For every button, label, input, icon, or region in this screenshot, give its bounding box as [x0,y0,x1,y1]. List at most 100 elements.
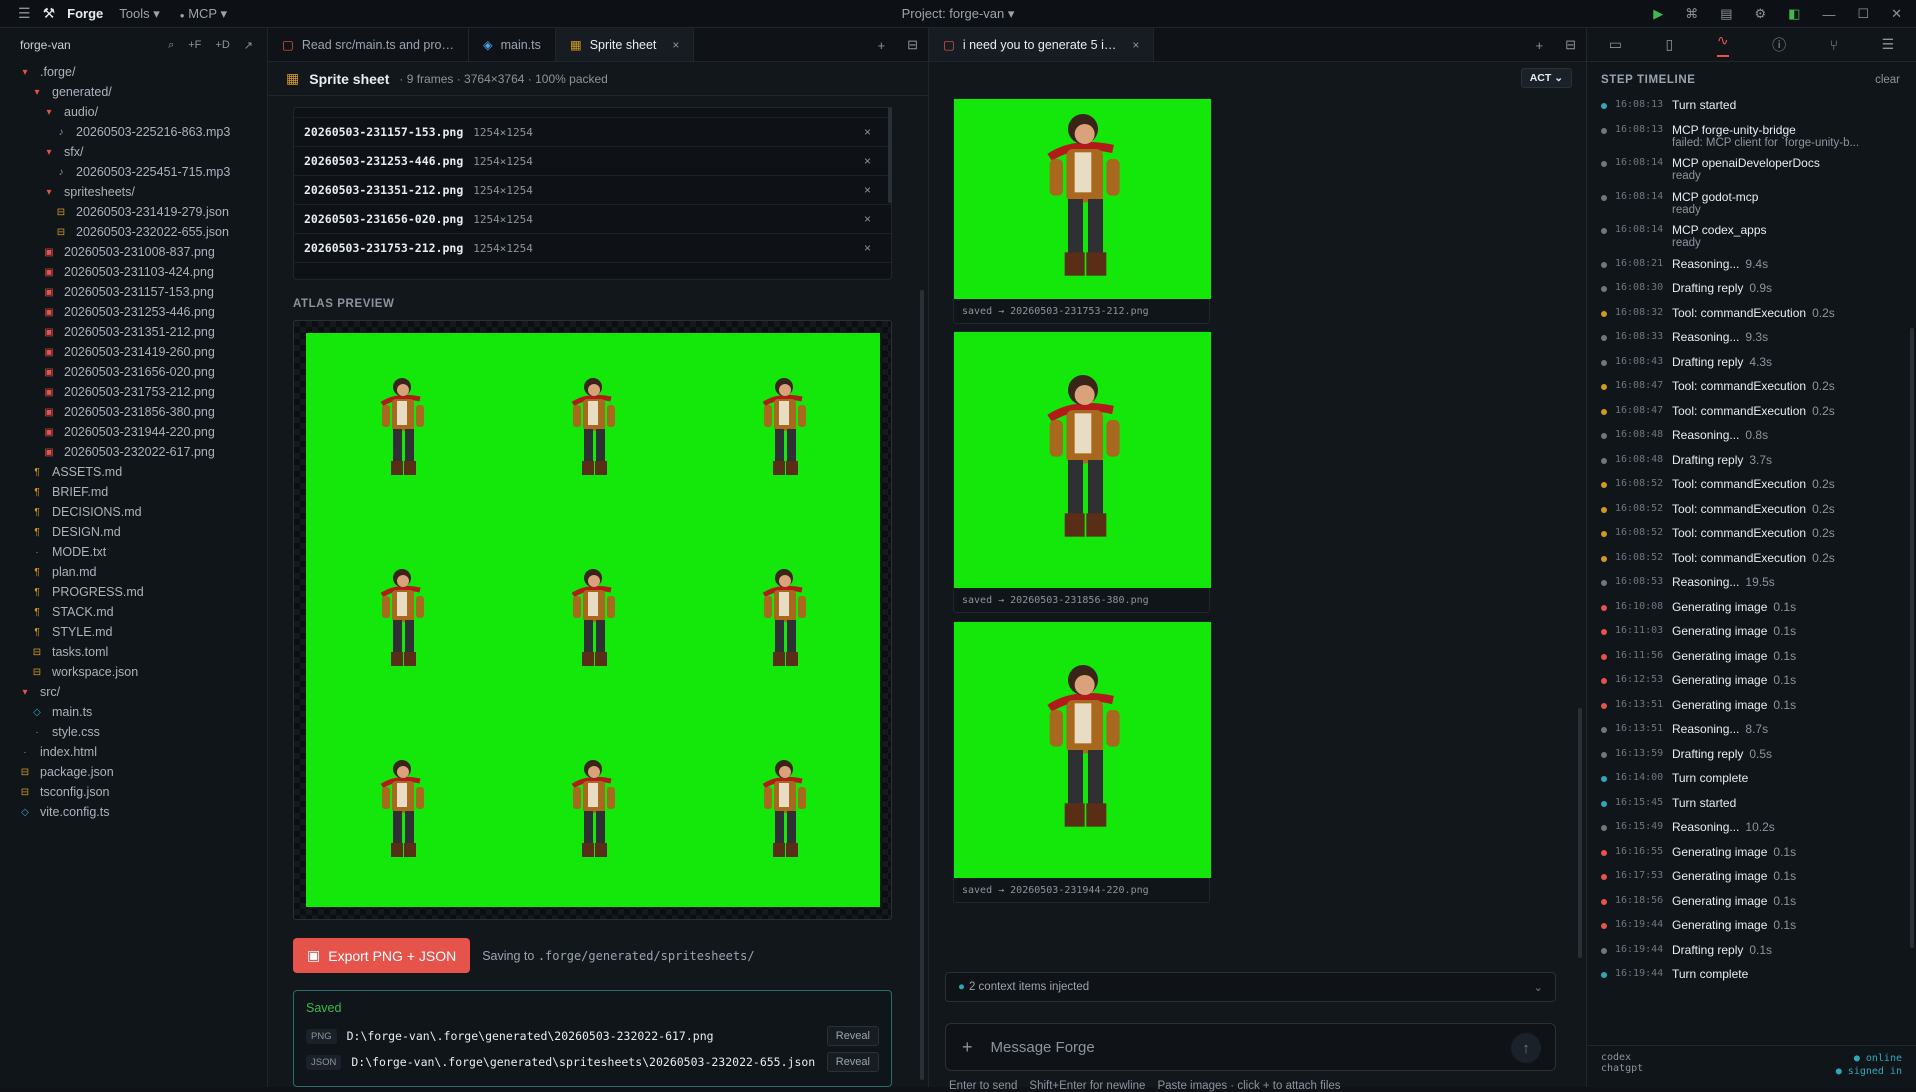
timeline-step[interactable]: 16:08:14 MCP godot-mcp ready [1587,190,1916,224]
tab-read-main[interactable]: ▢ Read src/main.ts and pro… [268,28,469,61]
collapse-icon[interactable]: ↗ [244,39,253,52]
timeline-step[interactable]: 16:18:56 Generating image 0.1s [1587,894,1916,919]
timeline-step[interactable]: 16:08:14 MCP codex_apps ready [1587,223,1916,257]
run-icon[interactable]: ▶ [1653,6,1663,22]
timeline-step[interactable]: 16:08:53 Reasoning... 19.5s [1587,575,1916,600]
generated-image-card[interactable]: saved → 20260503-231856-380.png [953,331,1211,613]
search-files-icon[interactable]: ⌕ [168,39,174,52]
close-window-icon[interactable]: ✕ [1891,6,1902,22]
tree-item[interactable]: ¶ DESIGN.md [0,522,267,542]
tree-item[interactable]: ▾ spritesheets/ [0,182,267,202]
tree-item[interactable]: ¶ STACK.md [0,602,267,622]
tree-item[interactable]: ⊟ tasks.toml [0,642,267,662]
timeline-step[interactable]: 16:10:08 Generating image 0.1s [1587,600,1916,625]
maximize-icon[interactable]: ☐ [1857,6,1869,22]
frame-list-scrollbar[interactable] [888,107,892,203]
tab-main-ts[interactable]: ◈ main.ts [469,28,556,61]
settings-icon[interactable]: ⚙ [1754,6,1766,22]
tree-item[interactable]: ▾ sfx/ [0,142,267,162]
tree-item[interactable]: ¶ PROGRESS.md [0,582,267,602]
tree-item[interactable]: ⊟ tsconfig.json [0,782,267,802]
timeline-step[interactable]: 16:08:33 Reasoning... 9.3s [1587,330,1916,355]
timeline-step[interactable]: 16:14:00 Turn complete [1587,771,1916,796]
tree-item[interactable]: · index.html [0,742,267,762]
tools-menu[interactable]: Tools ▾ [119,6,160,22]
tree-item[interactable]: ▣ 20260503-231253-446.png [0,302,267,322]
remove-frame-icon[interactable]: × [864,212,871,226]
export-png-json-button[interactable]: ▣ Export PNG + JSON [293,938,471,973]
message-input[interactable]: Message Forge [991,1039,1095,1056]
tree-item[interactable]: ◇ vite.config.ts [0,802,267,822]
layout-icon[interactable]: ▤ [1720,6,1732,22]
remove-frame-icon[interactable]: × [864,154,871,168]
remove-frame-icon[interactable]: × [864,125,871,139]
panel-scrollbar[interactable] [920,290,924,1080]
timeline-step[interactable]: 16:12:53 Generating image 0.1s [1587,673,1916,698]
tree-item[interactable]: ▣ 20260503-231351-212.png [0,322,267,342]
timeline-step[interactable]: 16:08:47 Tool: commandExecution 0.2s [1587,379,1916,404]
minimize-icon[interactable]: — [1822,7,1835,22]
timeline-step[interactable]: 16:13:59 Drafting reply 0.5s [1587,747,1916,772]
timeline-step[interactable]: 16:15:45 Turn started [1587,796,1916,821]
send-button[interactable]: ↑ [1511,1033,1541,1063]
new-folder-button[interactable]: +D [215,39,229,52]
tree-item[interactable]: ▣ 20260503-231856-380.png [0,402,267,422]
tree-item[interactable]: ¶ plan.md [0,562,267,582]
hamburger-menu-icon[interactable]: ☰ [18,5,31,22]
checklist-icon[interactable]: ☰ [1882,36,1895,53]
mcp-menu[interactable]: ● MCP ▾ [180,6,227,22]
timeline-step[interactable]: 16:08:48 Reasoning... 0.8s [1587,428,1916,453]
timeline-step[interactable]: 16:08:52 Tool: commandExecution 0.2s [1587,477,1916,502]
timeline-step[interactable]: 16:08:32 Tool: commandExecution 0.2s [1587,306,1916,331]
mode-selector[interactable]: ACT ⌄ [1520,68,1572,88]
panel-toggle-icon[interactable]: ◧ [1788,6,1800,22]
tree-item[interactable]: ▾ audio/ [0,102,267,122]
timeline-scrollbar[interactable] [1910,328,1914,948]
tree-item[interactable]: ▣ 20260503-231419-260.png [0,342,267,362]
context-items-bar[interactable]: ● 2 context items injected ⌄ [945,972,1556,1002]
timeline-step[interactable]: 16:08:52 Tool: commandExecution 0.2s [1587,502,1916,527]
message-composer[interactable]: + Message Forge ↑ [945,1023,1556,1071]
tab-chat[interactable]: ▢ i need you to generate 5 i… × [929,28,1155,61]
tree-item[interactable]: ¶ DECISIONS.md [0,502,267,522]
timeline-step[interactable]: 16:08:52 Tool: commandExecution 0.2s [1587,551,1916,576]
timeline-step[interactable]: 16:08:52 Tool: commandExecution 0.2s [1587,526,1916,551]
clear-button[interactable]: clear [1875,74,1900,86]
attach-icon[interactable]: + [962,1037,973,1058]
tree-item[interactable]: ⊟ workspace.json [0,662,267,682]
project-selector[interactable]: Project: forge-van ▾ [902,6,1015,21]
tree-item[interactable]: ▣ 20260503-231157-153.png [0,282,267,302]
tree-item[interactable]: ¶ STYLE.md [0,622,267,642]
tree-item[interactable]: ▾ .forge/ [0,62,267,82]
remove-frame-icon[interactable]: × [864,183,871,197]
tree-item[interactable]: · MODE.txt [0,542,267,562]
timeline-step[interactable]: 16:11:03 Generating image 0.1s [1587,624,1916,649]
git-branch-icon[interactable]: ⑂ [1830,37,1838,53]
timeline-step[interactable]: 16:08:47 Tool: commandExecution 0.2s [1587,404,1916,429]
activity-icon[interactable]: ∿ [1716,32,1729,57]
tree-item[interactable]: ♪ 20260503-225216-863.mp3 [0,122,267,142]
tree-item[interactable]: ⊟ 20260503-231419-279.json [0,202,267,222]
tree-item[interactable]: ▣ 20260503-232022-617.png [0,442,267,462]
timeline-step[interactable]: 16:08:21 Reasoning... 9.4s [1587,257,1916,282]
tree-item[interactable]: ¶ BRIEF.md [0,482,267,502]
tree-item[interactable]: ▣ 20260503-231944-220.png [0,422,267,442]
info-icon[interactable]: ⓘ [1772,35,1786,55]
timeline-step[interactable]: 16:17:53 Generating image 0.1s [1587,869,1916,894]
timeline-step[interactable]: 16:08:48 Drafting reply 3.7s [1587,453,1916,478]
tree-item[interactable]: ▾ src/ [0,682,267,702]
tree-item[interactable]: ▣ 20260503-231008-837.png [0,242,267,262]
new-tab-icon[interactable]: + [1536,38,1544,53]
close-tab-icon[interactable]: × [1132,38,1139,52]
remove-frame-icon[interactable]: × [864,241,871,255]
timeline-step[interactable]: 16:11:56 Generating image 0.1s [1587,649,1916,674]
tree-item[interactable]: ▣ 20260503-231103-424.png [0,262,267,282]
generated-image-card[interactable]: saved → 20260503-231944-220.png [953,621,1211,903]
timeline-step[interactable]: 16:08:30 Drafting reply 0.9s [1587,281,1916,306]
tree-item[interactable]: · style.css [0,722,267,742]
tree-item[interactable]: ⊟ 20260503-232022-655.json [0,222,267,242]
timeline-step[interactable]: 16:08:43 Drafting reply 4.3s [1587,355,1916,380]
generated-image-card[interactable]: saved → 20260503-231753-212.png [953,98,1211,324]
tree-item[interactable]: ▣ 20260503-231753-212.png [0,382,267,402]
split-view-icon[interactable]: ⊟ [1565,37,1576,53]
